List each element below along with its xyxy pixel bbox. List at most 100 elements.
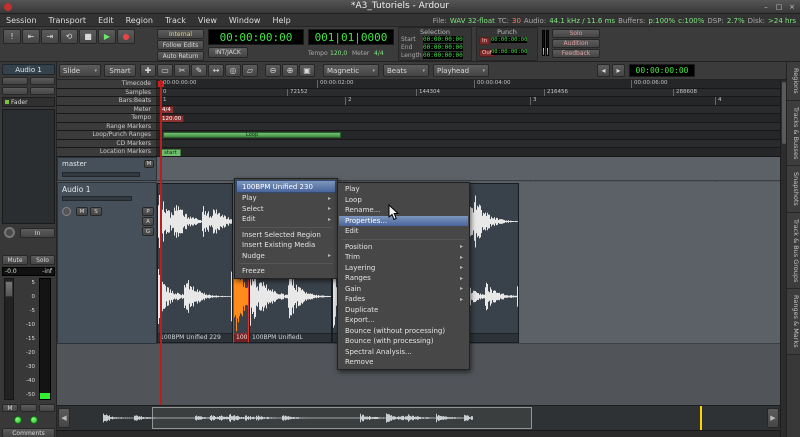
session-summary[interactable]: ◀ ▶ — [57, 405, 780, 430]
zoom-focus-dropdown[interactable]: Playhead▾ — [433, 64, 489, 77]
edit-internal-tool-button[interactable]: ▱ — [242, 64, 258, 77]
mute-button[interactable]: Mute — [2, 255, 28, 265]
internal-sync-button[interactable]: Internal — [157, 29, 204, 39]
strip-solo-button[interactable]: Solo — [30, 255, 55, 265]
nudge-back-button[interactable]: ◂ — [597, 64, 610, 77]
sidebar-tab[interactable]: Track & Bus Groups — [787, 213, 800, 289]
submenu-item-properties[interactable]: Properties... — [339, 216, 468, 227]
menu-item[interactable]: Region — [120, 16, 159, 25]
go-start-button[interactable]: ⇤ — [22, 29, 40, 44]
location-markers-ruler[interactable]: Location Markers start — [57, 148, 786, 157]
audio1-mute-button[interactable]: M — [76, 207, 88, 216]
zoom-in-button[interactable]: ⊕ — [282, 64, 298, 77]
edit-mode-dropdown[interactable]: Slide▾ — [59, 64, 101, 77]
cd-markers-ruler[interactable]: CD Markers — [57, 140, 786, 149]
loop-punch-ruler[interactable]: Loop/Punch Ranges Loop — [57, 131, 786, 140]
nudge-forward-button[interactable]: ▸ — [612, 64, 625, 77]
summary-scroll-right-button[interactable]: ▶ — [767, 408, 779, 428]
submenu-item-position[interactable]: Position▸ — [339, 242, 468, 253]
audio1-record-enable[interactable] — [62, 207, 71, 216]
snap-mode-dropdown[interactable]: Magnetic▾ — [323, 64, 379, 77]
punch-out-value[interactable]: 00:00:00:00 — [491, 49, 527, 55]
submenu-item-bounce-without-processing[interactable]: Bounce (without processing) — [339, 326, 468, 337]
tempo-value[interactable]: 120,0 — [330, 50, 347, 57]
timecode-ruler[interactable]: Timecode 00:00:00:00 00:00:02:00 00:00:0… — [57, 80, 786, 89]
secondary-clock[interactable]: 001|01|0000 — [308, 29, 394, 45]
grab-tool-button[interactable]: ✚ — [140, 64, 156, 77]
menu-item-freeze[interactable]: Freeze — [236, 266, 336, 277]
submenu-item-trim[interactable]: Trim▸ — [339, 252, 468, 263]
record-button[interactable]: ● — [117, 29, 135, 44]
snap-unit-dropdown[interactable]: Beats▾ — [383, 64, 429, 77]
menu-item-edit[interactable]: Edit▸ — [236, 214, 336, 225]
primary-clock[interactable]: 00:00:00:00 — [208, 29, 304, 45]
solo-isolate-led[interactable] — [14, 416, 22, 424]
go-end-button[interactable]: ⇥ — [41, 29, 59, 44]
menu-item-play[interactable]: Play▸ — [236, 193, 336, 204]
loop-button[interactable]: ⟲ — [60, 29, 78, 44]
input-button[interactable]: In — [20, 228, 55, 238]
maximize-button[interactable]: □ — [773, 2, 785, 12]
playhead-line[interactable] — [160, 80, 162, 405]
processor-box[interactable] — [2, 109, 55, 224]
play-button[interactable]: ▶ — [98, 29, 116, 44]
submenu-item-play[interactable]: Play — [339, 184, 468, 195]
auto-return-button[interactable]: Auto Return — [157, 51, 204, 61]
audio1-group-button[interactable]: G — [142, 227, 154, 236]
strip-small-button-2[interactable] — [39, 404, 55, 412]
smart-mode-button[interactable]: Smart — [104, 64, 136, 77]
submenu-item-loop[interactable]: Loop — [339, 195, 468, 206]
sidebar-tab[interactable]: Ranges & Marks — [787, 289, 800, 355]
stop-button[interactable]: ■ — [79, 29, 97, 44]
feedback-button[interactable]: Feedback — [552, 49, 600, 58]
gain-fader[interactable] — [4, 278, 14, 400]
solo-safe-led[interactable] — [30, 416, 38, 424]
sync-source-button[interactable]: INT/JACK — [208, 47, 248, 58]
tempo-ruler[interactable]: Tempo 120.00 — [57, 114, 786, 123]
audio1-playlist-button[interactable]: P — [142, 207, 154, 216]
strip-button-3[interactable] — [2, 87, 28, 95]
submenu-item-fades[interactable]: Fades▸ — [339, 294, 468, 305]
menu-item[interactable]: Transport — [43, 16, 93, 25]
nudge-clock[interactable]: 00:00:00:00 — [629, 64, 695, 77]
sidebar-tab[interactable]: Snapshots — [787, 166, 800, 213]
audio1-automation-button[interactable]: A — [142, 217, 154, 226]
strip-name-button[interactable]: Audio 1 — [2, 64, 55, 75]
master-track-header[interactable]: master M — [57, 157, 157, 181]
menu-item[interactable]: Help — [266, 16, 296, 25]
submenu-item-ranges[interactable]: Ranges▸ — [339, 273, 468, 284]
audio1-gain-slider[interactable] — [62, 196, 132, 201]
audition-button[interactable]: Audition — [552, 39, 600, 48]
submenu-item-duplicate[interactable]: Duplicate — [339, 305, 468, 316]
summary-scroll-left-button[interactable]: ◀ — [58, 408, 70, 428]
master-gain-slider[interactable] — [62, 172, 140, 177]
sel-length-value[interactable]: 00:00:00:00 — [423, 52, 463, 59]
sidebar-tab[interactable]: Tracks & Busses — [787, 101, 800, 166]
tempo-marker[interactable]: 120.00 — [159, 115, 184, 122]
strip-io-button-1[interactable] — [2, 77, 28, 85]
audio1-track-name[interactable]: Audio 1 — [62, 185, 90, 194]
master-track-name[interactable]: master — [62, 160, 87, 168]
fader-automation-button[interactable]: Fader — [2, 97, 55, 107]
range-markers-ruler[interactable]: Range Markers — [57, 123, 786, 132]
close-button[interactable]: × — [786, 2, 798, 12]
sidebar-tab[interactable]: Regions — [787, 62, 800, 101]
zoom-out-button[interactable]: ⊖ — [265, 64, 281, 77]
midi-panic-button[interactable]: ! — [3, 29, 21, 44]
metering-point-button[interactable]: M — [2, 404, 18, 412]
loop-range-marker[interactable]: Loop — [163, 132, 341, 138]
solo-global-button[interactable]: Solo — [552, 29, 600, 38]
meter-ruler[interactable]: Meter 4/4 — [57, 106, 786, 115]
record-enable-button[interactable] — [4, 227, 15, 238]
menu-item[interactable]: Track — [159, 16, 192, 25]
menu-item-insert-selected-region[interactable]: Insert Selected Region — [236, 230, 336, 241]
submenu-item-remove[interactable]: Remove — [339, 357, 468, 368]
strip-small-button-1[interactable] — [20, 404, 37, 412]
audition-tool-button[interactable]: ◎ — [225, 64, 241, 77]
submenu-item-spectral-analysis[interactable]: Spectral Analysis... — [339, 347, 468, 358]
cut-tool-button[interactable]: ✂ — [174, 64, 190, 77]
stretch-tool-button[interactable]: ↔ — [208, 64, 224, 77]
submenu-item-export[interactable]: Export... — [339, 315, 468, 326]
gain-display[interactable]: -0.0 -inf — [2, 267, 55, 276]
samples-ruler[interactable]: Samples 0 72152 144304 216456 288608 — [57, 89, 786, 98]
